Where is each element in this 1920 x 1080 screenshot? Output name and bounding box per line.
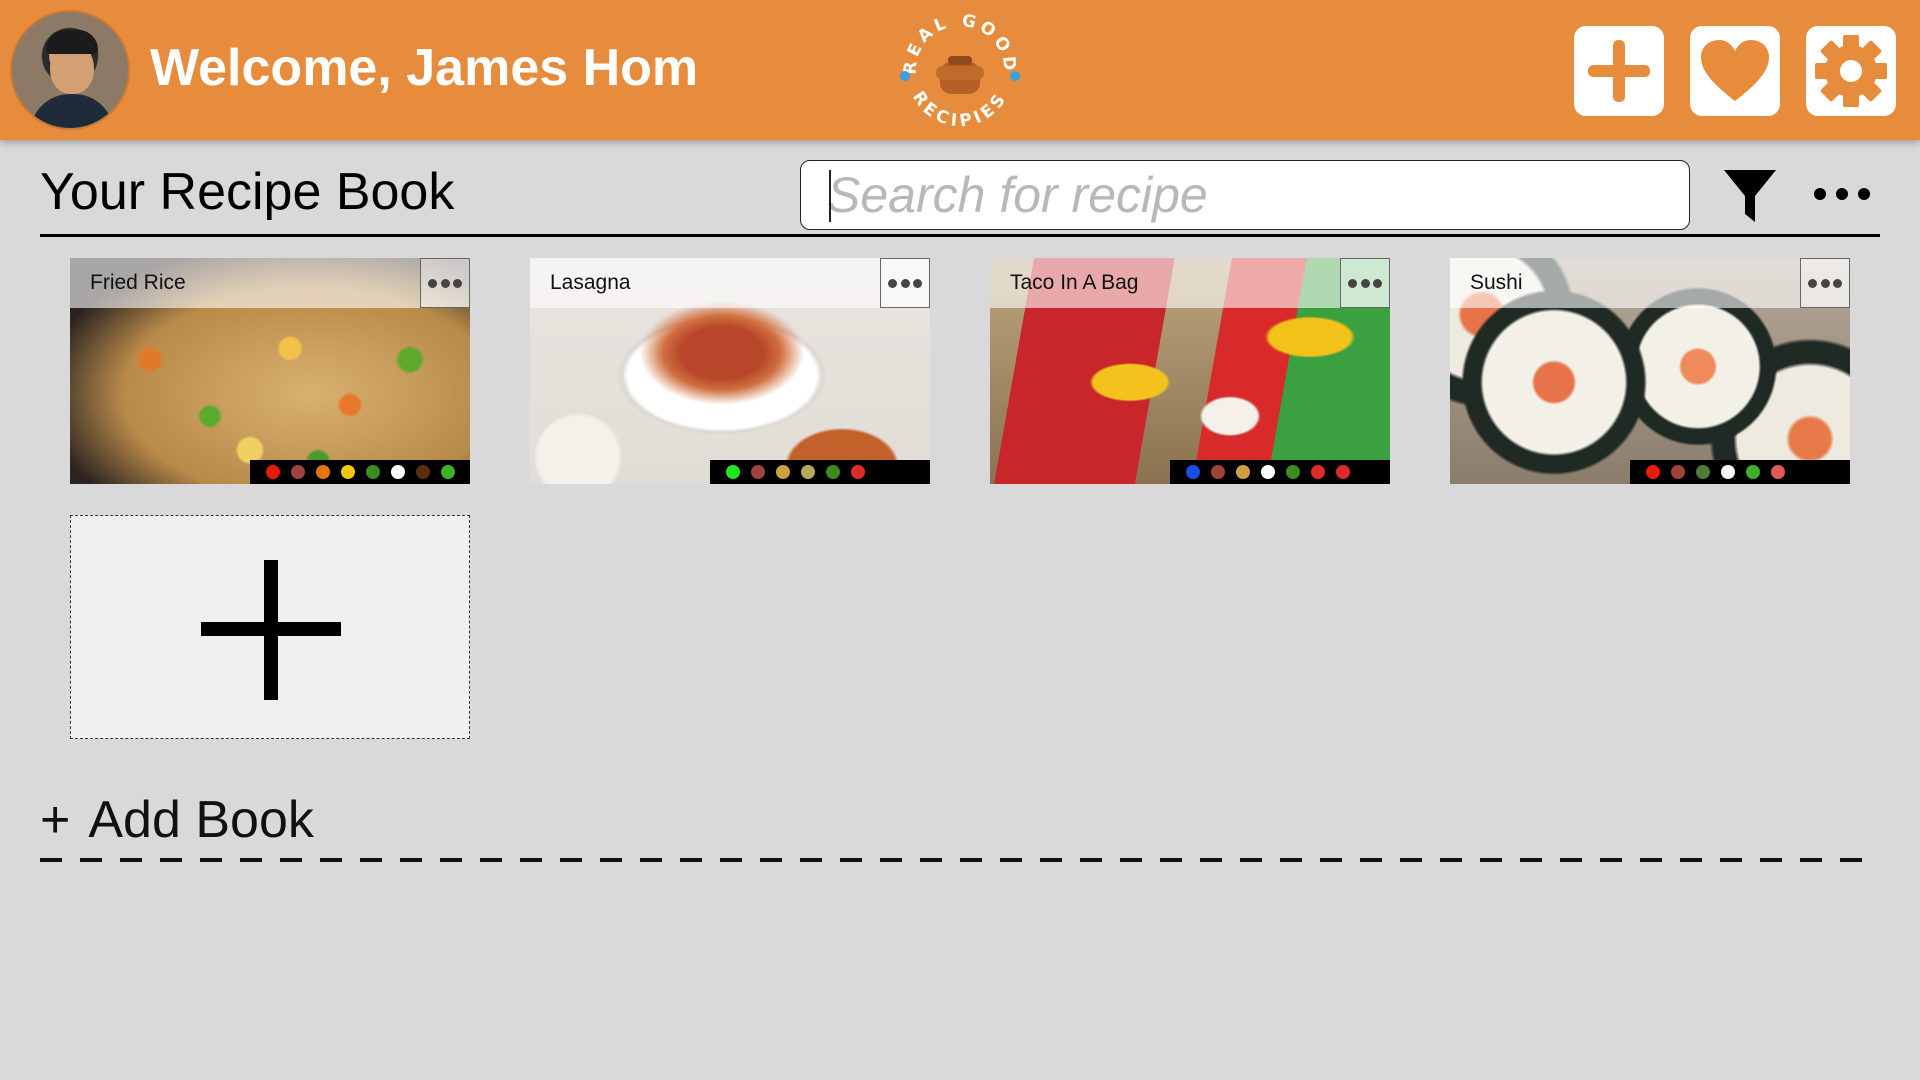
ingredient-tag-dot — [851, 465, 865, 479]
ingredient-tag-dot — [291, 465, 305, 479]
ingredient-tag-dot — [1771, 465, 1785, 479]
gear-icon — [1815, 35, 1887, 107]
recipe-title: Fried Rice — [90, 271, 186, 294]
ingredient-tag-dot — [341, 465, 355, 479]
add-book-label: Add Book — [88, 791, 314, 849]
ingredient-tag-dot — [1186, 465, 1200, 479]
filter-icon[interactable] — [1722, 166, 1778, 224]
plus-icon — [1588, 40, 1650, 102]
ingredient-tag-dot — [1236, 465, 1250, 479]
ingredient-tags — [710, 460, 930, 484]
ingredient-tags — [1630, 460, 1850, 484]
recipe-menu-button[interactable] — [880, 258, 930, 308]
pot-icon — [936, 56, 984, 94]
recipe-menu-button[interactable] — [1800, 258, 1850, 308]
add-recipe-button[interactable] — [1574, 26, 1664, 116]
ingredient-tag-dot — [1646, 465, 1660, 479]
recipe-title: Lasagna — [550, 271, 631, 294]
ingredient-tag-dot — [826, 465, 840, 479]
avatar[interactable] — [10, 10, 130, 130]
heart-icon — [1701, 40, 1769, 101]
recipe-card-fried-rice[interactable]: Fried Rice — [70, 258, 470, 484]
ingredient-tags — [250, 460, 470, 484]
app-logo: REAL GOOD RECIPIES — [900, 10, 1020, 132]
text-caret — [829, 170, 831, 222]
ingredient-tag-dot — [1211, 465, 1225, 479]
ingredient-tag-dot — [1336, 465, 1350, 479]
search-box[interactable] — [800, 160, 1690, 230]
ingredient-tag-dot — [1286, 465, 1300, 479]
settings-button[interactable] — [1806, 26, 1896, 116]
ingredient-tag-dot — [751, 465, 765, 479]
ingredient-tag-dot — [776, 465, 790, 479]
recipe-card-taco-in-a-bag[interactable]: Taco In A Bag — [990, 258, 1390, 484]
ingredient-tag-dot — [391, 465, 405, 479]
ingredient-tag-dot — [266, 465, 280, 479]
recipe-card-sushi[interactable]: Sushi — [1450, 258, 1850, 484]
ingredient-tag-dot — [316, 465, 330, 479]
search-input[interactable] — [827, 167, 1677, 223]
more-horizontal-icon[interactable] — [1810, 178, 1874, 210]
ingredient-tag-dot — [1311, 465, 1325, 479]
app-header: Welcome, James Hom REAL GOOD RECIPIES — [0, 0, 1920, 140]
welcome-text: Welcome, James Hom — [150, 39, 699, 97]
recipe-menu-button[interactable] — [420, 258, 470, 308]
section-divider — [40, 858, 1880, 862]
ingredient-tag-dot — [416, 465, 430, 479]
ingredient-tag-dot — [366, 465, 380, 479]
ingredient-tag-dot — [441, 465, 455, 479]
ingredient-tag-dot — [1696, 465, 1710, 479]
ingredient-tags — [1170, 460, 1390, 484]
ingredient-tag-dot — [1261, 465, 1275, 479]
toolbar-divider — [40, 234, 1880, 237]
recipe-card-lasagna[interactable]: Lasagna — [530, 258, 930, 484]
favorites-button[interactable] — [1690, 26, 1780, 116]
page-title: Your Recipe Book — [40, 163, 455, 221]
ingredient-tag-dot — [1721, 465, 1735, 479]
add-recipe-card[interactable] — [70, 515, 470, 739]
ingredient-tag-dot — [726, 465, 740, 479]
svg-text:RECIPIES: RECIPIES — [908, 88, 1012, 132]
add-book-button[interactable]: + Add Book — [40, 790, 314, 850]
plus-icon: + — [40, 791, 71, 849]
ingredient-tag-dot — [801, 465, 815, 479]
recipe-menu-button[interactable] — [1340, 258, 1390, 308]
recipe-title: Sushi — [1470, 271, 1523, 294]
recipe-title: Taco In A Bag — [1010, 271, 1139, 294]
ingredient-tag-dot — [1746, 465, 1760, 479]
ingredient-tag-dot — [1671, 465, 1685, 479]
logo-text-bottom: RECIPIES — [908, 88, 1008, 132]
